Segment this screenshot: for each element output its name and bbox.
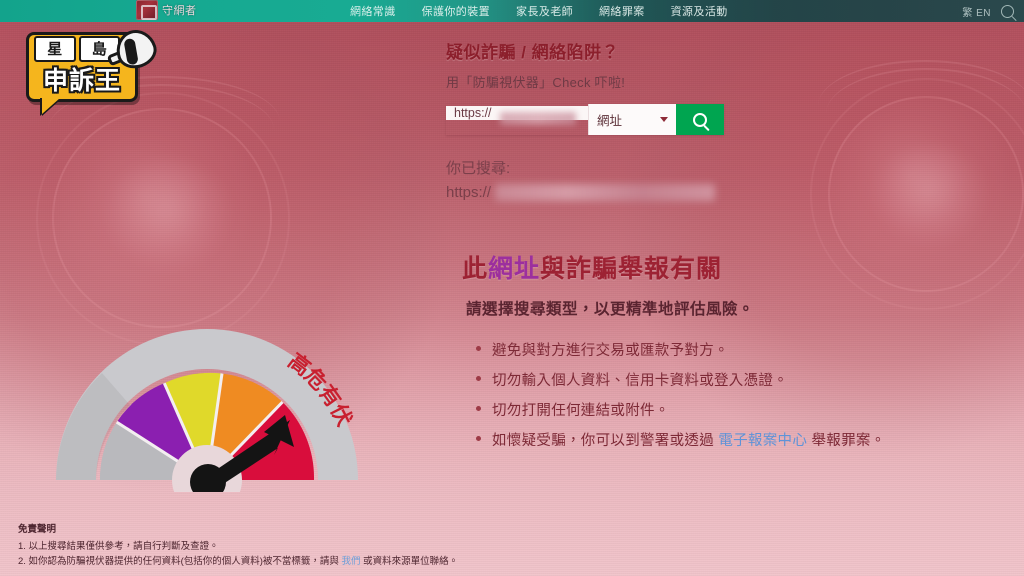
search-icon [693,112,707,127]
risk-gauge-svg: 高危有伏 [56,329,358,492]
advice-item-no-links: 切勿打開任何連結或附件。 [474,399,1006,420]
megaphone-cone [111,24,161,74]
risk-gauge: 高危有伏 [42,312,372,492]
advice-item-report-crime: 如懷疑受騙，你可以到警署或透過 電子報案中心 舉報罪案。 [474,429,1006,450]
result-headline-suffix: 與詐騙舉報有關 [540,255,723,283]
search-input-blurred-text [500,112,576,125]
searched-url-prefix: https:// [446,184,492,201]
disclaimer-line-1: 1. 以上搜尋結果僅供參考，請自行判斷及查證。 [18,540,219,552]
disclaimer-title: 免責聲明 [18,523,57,535]
megaphone-icon [106,24,162,74]
result-subheadline: 請選擇搜尋類型，以更精準地評估風險。 [466,301,755,318]
chevron-down-icon [660,117,668,122]
search-input-wrapper [446,104,588,135]
disclaimer-line2-after: 或資料來源單位聯絡。 [360,556,459,568]
search-button[interactable] [676,104,724,135]
contact-us-link[interactable]: 我們 [342,556,361,567]
searched-url-blurred [495,184,716,201]
disclaimer: 免責聲明 1. 以上搜尋結果僅供參考，請自行判斷及查證。 2. 如你認為防騙視伏… [18,522,668,570]
disclaimer-line-2: 2. 如你認為防騙視伏器提供的任何資料(包括你的個人資料)被不當標籤，請與 我們… [18,554,668,570]
nav-item-resources-events[interactable]: 資源及活動 [671,3,728,19]
logo-bubble-tail [42,98,60,114]
search-type-dropdown[interactable]: 網址 [588,104,676,135]
advice-list: 避免與對方進行交易或匯款予對方。 切勿輸入個人資料、信用卡資料或登入憑證。 切勿… [474,339,1006,450]
searched-url: https:// [446,184,1006,201]
e-report-centre-link[interactable]: 電子報案中心 [718,433,807,449]
nav-item-protect-device[interactable]: 保護你的裝置 [422,3,490,19]
result-headline: 此網址與詐騙舉報有關 [462,249,1006,285]
main-nav: 網絡常識 保護你的裝置 家長及老師 網絡罪案 資源及活動 [350,0,728,22]
page-title: 疑似詐騙 / 網絡陷阱？ [446,43,620,62]
logo-char-sing: 星 [34,36,76,62]
page-subtitle: 用「防騙視伏器」Check 吓啦! [446,75,626,90]
result-headline-highlight: 網址 [488,255,541,283]
singtao-complaint-king-logo[interactable]: 星 島 申訴王 [18,24,161,114]
search-type-value: 網址 [597,114,623,128]
shield-icon [136,0,158,20]
language-switcher[interactable]: 繁 EN [962,4,991,19]
search-icon[interactable] [1001,4,1014,18]
advice-text-before: 如懷疑受騙，你可以到警署或透過 [492,433,719,449]
advice-item-avoid-transaction: 避免與對方進行交易或匯款予對方。 [474,339,1006,360]
site-brand-cyberdefender[interactable]: 守網者 [136,0,246,22]
page-root: 守網者 網絡常識 保護你的裝置 家長及老師 網絡罪案 資源及活動 繁 EN 星 … [0,0,1024,576]
advice-text-after: 舉報罪案。 [807,433,886,449]
navbar-right-tools: 繁 EN [962,0,1014,22]
searched-label: 你已搜尋: [446,160,511,177]
scameter-search-bar: 網址 [446,104,724,135]
result-headline-prefix: 此 [462,255,489,283]
nav-item-cyber-crime[interactable]: 網絡罪案 [599,3,645,19]
brand-label: 守網者 [162,5,197,17]
nav-item-parents-teachers[interactable]: 家長及老師 [516,3,573,19]
disclaimer-line2-before: 2. 如你認為防騙視伏器提供的任何資料(包括你的個人資料)被不當標籤，請與 [18,556,342,568]
main-content: 疑似詐騙 / 網絡陷阱？ 用「防騙視伏器」Check 吓啦! 網址 你已搜尋: … [446,38,1006,459]
nav-item-cyber-knowledge[interactable]: 網絡常識 [350,3,396,19]
advice-item-no-personal-data: 切勿輸入個人資料、信用卡資料或登入憑證。 [474,369,1006,390]
